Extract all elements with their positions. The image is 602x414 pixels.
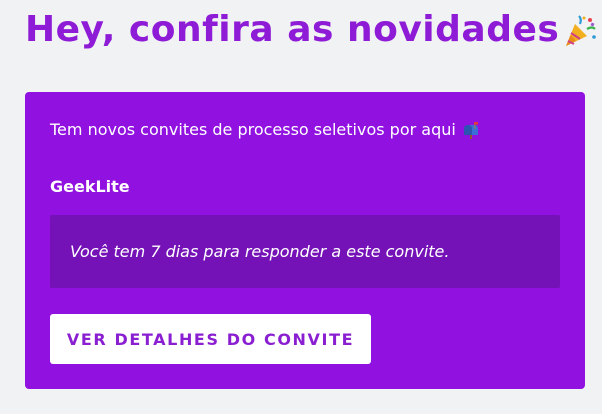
- deadline-notice: Você tem 7 dias para responder a este co…: [50, 215, 560, 288]
- party-popper-icon: [563, 15, 597, 49]
- page-title: Hey, confira as novidades: [25, 8, 597, 52]
- card-heading: Tem novos convites de processo seletivos…: [50, 119, 480, 141]
- view-invite-details-button[interactable]: VER DETALHES DO CONVITE: [50, 314, 371, 364]
- invite-card: Tem novos convites de processo seletivos…: [25, 92, 585, 389]
- company-name: GeekLite: [50, 177, 130, 196]
- mailbox-icon: [462, 121, 480, 139]
- card-heading-text: Tem novos convites de processo seletivos…: [50, 120, 456, 139]
- deadline-notice-text: Você tem 7 dias para responder a este co…: [70, 242, 450, 261]
- page-title-text: Hey, confira as novidades: [25, 9, 560, 50]
